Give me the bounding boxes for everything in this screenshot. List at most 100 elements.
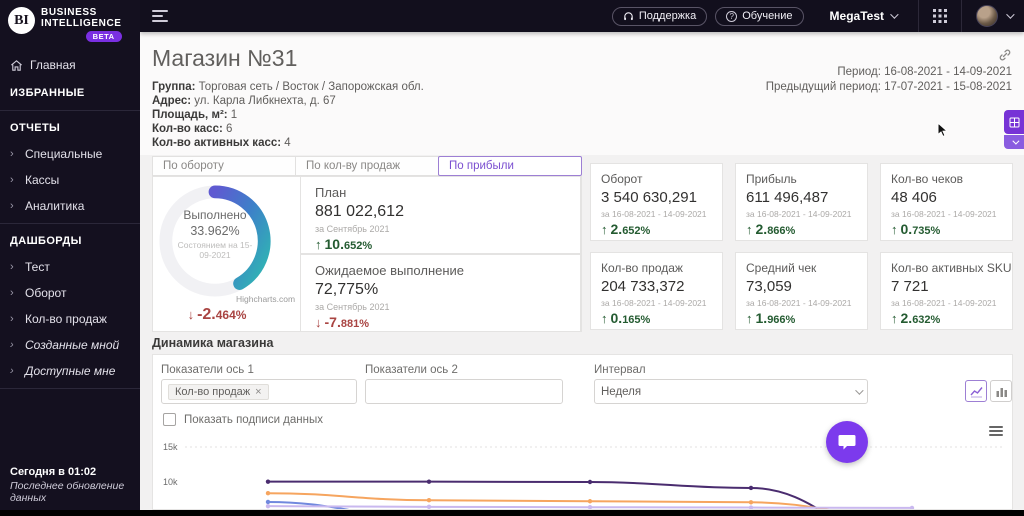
card-value: 72,775% xyxy=(315,281,379,298)
app-window: BI BUSINESS INTELLIGENCE BETA Главная ИЗ… xyxy=(0,0,1024,516)
sidebar-item-oborot[interactable]: › Оборот xyxy=(0,280,140,306)
brand-name-line2: INTELLIGENCE xyxy=(41,18,122,29)
sidebar-item-available-to-me[interactable]: › Доступные мне xyxy=(0,358,140,384)
axis2-label: Показатели ось 2 xyxy=(365,364,458,376)
bar-chart-icon xyxy=(996,387,1007,397)
sidebar: BI BUSINESS INTELLIGENCE BETA Главная ИЗ… xyxy=(0,0,140,510)
sidebar-item-kassy[interactable]: › Кассы xyxy=(0,167,140,193)
arrow-up-icon: ↑ xyxy=(315,237,322,252)
period-expand-button[interactable] xyxy=(1004,135,1024,149)
sidebar-item-label: Главная xyxy=(30,58,76,72)
last-update-info: Сегодня в 01:02 Последнее обновление дан… xyxy=(10,466,140,504)
share-link-icon[interactable] xyxy=(998,48,1012,62)
user-avatar[interactable] xyxy=(976,5,998,27)
tab-by-turnover[interactable]: По обороту xyxy=(152,156,296,176)
line-chart-icon xyxy=(969,386,983,397)
detail-label: Кол-во активных касс: xyxy=(152,137,282,149)
chevron-right-icon: › xyxy=(10,174,14,186)
tag-label: Кол-во продаж xyxy=(175,385,251,398)
chat-bubble-icon xyxy=(838,435,856,450)
sidebar-item-label: Кассы xyxy=(25,173,60,187)
tab-label: По обороту xyxy=(163,160,224,172)
detail-value: 4 xyxy=(281,137,291,149)
brand-name-line1: BUSINESS xyxy=(41,7,97,18)
chevron-right-icon: › xyxy=(10,261,14,273)
sidebar-item-label: Оборот xyxy=(25,286,67,300)
card-title: Средний чек xyxy=(746,261,817,275)
card-delta: ↑ 2.866% xyxy=(746,221,796,237)
chevron-right-icon: › xyxy=(10,287,14,299)
arrow-up-icon: ↑ xyxy=(891,222,898,237)
chevron-down-icon xyxy=(1011,137,1019,145)
card-delta: ↑ 2.652% xyxy=(601,221,651,237)
training-button[interactable]: ? Обучение xyxy=(715,6,804,26)
chevron-right-icon: › xyxy=(10,339,14,351)
card-period: за 16-08-2021 - 14-09-2021 xyxy=(601,298,707,308)
bar-chart-toggle-button[interactable] xyxy=(990,380,1012,402)
tab-by-sales-count[interactable]: По кол-ву продаж xyxy=(295,156,439,176)
tab-by-profit[interactable]: По прибыли xyxy=(438,156,582,176)
card-period: за Сентябрь 2021 xyxy=(315,224,390,234)
detail-value: 6 xyxy=(222,123,233,135)
gauge-subtitle: Состоянием на 15-09-2021 xyxy=(177,240,253,260)
detail-cash-count: Кол-во касс: 6 xyxy=(152,122,424,136)
card-value: 7 721 xyxy=(891,278,929,295)
remove-tag-icon[interactable]: × xyxy=(255,386,261,398)
menu-collapse-icon[interactable] xyxy=(152,10,168,22)
card-title: Кол-во чеков xyxy=(891,172,964,186)
arrow-up-icon: ↑ xyxy=(746,311,753,326)
detail-label: Группа: xyxy=(152,81,196,93)
sidebar-header-reports: ОТЧЕТЫ xyxy=(10,122,61,134)
sidebar-divider xyxy=(0,223,140,224)
sidebar-item-home[interactable]: Главная xyxy=(0,52,140,78)
card-delta: ↑ 0.165% xyxy=(601,310,651,326)
interval-label: Интервал xyxy=(594,364,646,376)
sidebar-item-sales-count[interactable]: › Кол-во продаж xyxy=(0,306,140,332)
sidebar-item-label: Доступные мне xyxy=(25,364,116,378)
interval-select[interactable]: Неделя xyxy=(594,379,868,404)
mouse-cursor xyxy=(937,122,949,138)
detail-label: Площадь, м²: xyxy=(152,109,228,121)
chevron-down-icon[interactable] xyxy=(1006,10,1015,19)
axis1-input[interactable]: Кол-во продаж × xyxy=(161,379,357,404)
tenant-dropdown[interactable]: MegaTest xyxy=(830,9,899,23)
card-title: План xyxy=(315,185,347,200)
card-value: 48 406 xyxy=(891,189,937,206)
current-period: Период: 16-08-2021 - 14-09-2021 xyxy=(837,66,1012,78)
bottom-black-bar xyxy=(0,510,1024,516)
kpi-card-turnover: Оборот 3 540 630,291 за 16-08-2021 - 14-… xyxy=(590,163,723,241)
detail-address: Адрес: ул. Карла Либкнехта, д. 67 xyxy=(152,94,424,108)
apps-grid-icon[interactable] xyxy=(933,9,947,23)
card-title: Ожидаемое выполнение xyxy=(315,263,465,278)
last-update-note: Последнее обновление данных xyxy=(10,480,125,504)
card-period: за 16-08-2021 - 14-09-2021 xyxy=(891,298,997,308)
period-settings-button[interactable] xyxy=(1004,110,1024,134)
axis2-input[interactable] xyxy=(365,379,563,404)
sidebar-item-analytics[interactable]: › Аналитика xyxy=(0,193,140,219)
support-button[interactable]: Поддержка xyxy=(611,6,708,26)
chat-widget-button[interactable] xyxy=(826,421,868,463)
previous-period: Предыдущий период: 17-07-2021 - 15-08-20… xyxy=(765,81,1012,93)
kpi-card-profit: Прибыль 611 496,487 за 16-08-2021 - 14-0… xyxy=(735,163,868,241)
card-value: 73,059 xyxy=(746,278,792,295)
card-period: за 16-08-2021 - 14-09-2021 xyxy=(746,209,852,219)
home-icon xyxy=(11,59,22,71)
sidebar-item-created-by-me[interactable]: › Созданные мной xyxy=(0,332,140,358)
page-title: Магазин №31 xyxy=(152,45,298,71)
highcharts-credit[interactable]: Highcharts.com xyxy=(236,294,295,304)
chevron-right-icon: › xyxy=(10,313,14,325)
question-icon: ? xyxy=(726,10,738,22)
sidebar-item-test[interactable]: › Тест xyxy=(0,254,140,280)
gauge-title: Выполнено xyxy=(183,208,247,222)
dynamics-section-title: Динамика магазина xyxy=(152,336,274,350)
axis1-label: Показатели ось 1 xyxy=(161,364,254,376)
card-value: 204 733,372 xyxy=(601,278,685,295)
chevron-down-icon xyxy=(890,10,899,19)
sidebar-item-label: Аналитика xyxy=(25,199,85,213)
card-title: Оборот xyxy=(601,172,643,186)
sidebar-item-special[interactable]: › Специальные xyxy=(0,141,140,167)
card-period: за 16-08-2021 - 14-09-2021 xyxy=(891,209,997,219)
line-chart-toggle-button[interactable] xyxy=(965,380,987,402)
brand-logo[interactable]: BI BUSINESS INTELLIGENCE BETA xyxy=(0,0,140,48)
sidebar-item-label: Тест xyxy=(25,260,50,274)
